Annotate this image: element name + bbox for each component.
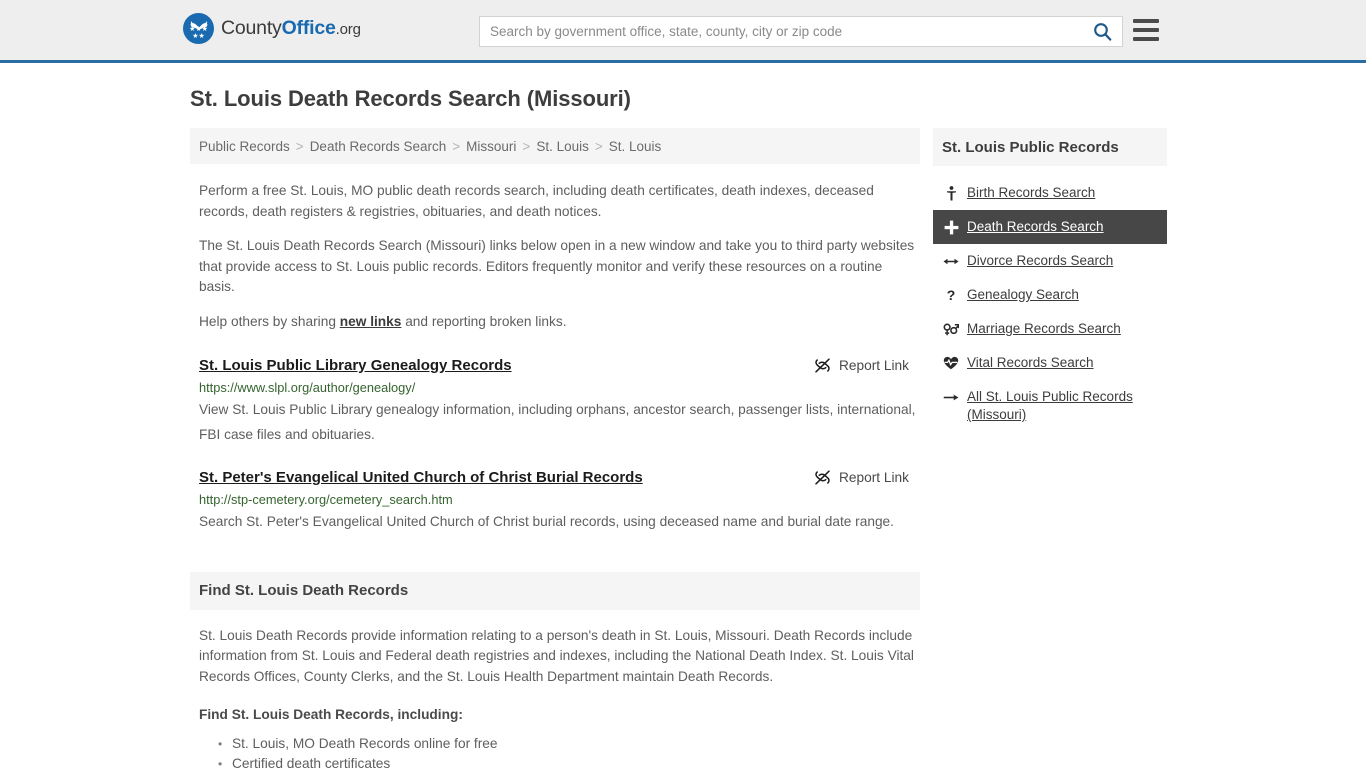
intro-paragraph-1: Perform a free St. Louis, MO public deat… xyxy=(199,183,874,219)
report-link-button[interactable]: Report Link xyxy=(814,469,909,486)
result-url[interactable]: http://stp-cemetery.org/cemetery_search.… xyxy=(199,491,920,509)
breadcrumb-separator: > xyxy=(295,138,304,154)
sidebar-header: St. Louis Public Records xyxy=(933,128,1167,166)
sidebar-item-death-records[interactable]: Death Records Search xyxy=(933,210,1167,244)
breadcrumb-item-3[interactable]: St. Louis xyxy=(536,139,589,154)
left-right-arrows-icon-glyph xyxy=(943,258,959,264)
venus-mars-icon-glyph xyxy=(943,323,959,335)
intro-paragraph-3: Help others by sharing new links and rep… xyxy=(199,312,920,333)
report-link-button[interactable]: Report Link xyxy=(814,357,909,374)
find-records-bullet-list: St. Louis, MO Death Records online for f… xyxy=(199,734,920,768)
sidebar-item-label: Marriage Records Search xyxy=(967,321,1121,336)
question-mark-icon: ? xyxy=(946,287,956,303)
intro-text: Perform a free St. Louis, MO public deat… xyxy=(190,181,920,332)
brand-wordmark: CountyOffice.org xyxy=(221,17,361,40)
heartbeat-icon-glyph xyxy=(943,356,959,370)
sidebar-item-label: Birth Records Search xyxy=(967,185,1096,200)
list-item: St. Louis, MO Death Records online for f… xyxy=(218,734,920,755)
result-header: St. Louis Public Library Genealogy Recor… xyxy=(199,356,920,376)
breadcrumb-separator: > xyxy=(452,138,461,154)
page-title: St. Louis Death Records Search (Missouri… xyxy=(190,86,631,111)
sidebar-item-label: Vital Records Search xyxy=(967,355,1094,370)
report-link-label: Report Link xyxy=(839,358,909,373)
site-header: ★★★ ★★ CountyOffice.org xyxy=(0,0,1366,63)
result-title-link[interactable]: St. Peter's Evangelical United Church of… xyxy=(199,468,643,488)
hamburger-menu-button[interactable] xyxy=(1133,19,1159,41)
arrow-right-icon-glyph xyxy=(943,394,959,400)
content-columns: Public Records > Death Records Search > … xyxy=(183,128,1183,768)
hamburger-bar-3 xyxy=(1133,37,1159,41)
brand-part-org: .org xyxy=(335,21,361,38)
stars-icon: ★★★ ★★ xyxy=(189,26,208,40)
sidebar-item-label: Divorce Records Search xyxy=(967,253,1114,268)
result-title-link[interactable]: St. Louis Public Library Genealogy Recor… xyxy=(199,356,512,376)
intro-p3-after: and reporting broken links. xyxy=(401,313,567,329)
breadcrumb-item-1[interactable]: Death Records Search xyxy=(310,139,447,154)
sidebar-item-vital-records[interactable]: Vital Records Search xyxy=(933,346,1167,380)
child-icon xyxy=(943,184,959,202)
report-link-label: Report Link xyxy=(839,470,909,485)
search-icon xyxy=(1093,23,1111,41)
main-column: Public Records > Death Records Search > … xyxy=(190,128,920,768)
brand-part-office: Office xyxy=(281,17,336,39)
site-logo-link[interactable]: ★★★ ★★ CountyOffice.org xyxy=(183,13,361,44)
hamburger-bar-2 xyxy=(1133,28,1159,32)
venus-mars-icon xyxy=(943,320,959,338)
sidebar-item-label: All St. Louis Public Records (Missouri) xyxy=(967,389,1133,422)
results-list: St. Louis Public Library Genealogy Recor… xyxy=(190,356,920,535)
breadcrumb-item-0[interactable]: Public Records xyxy=(199,139,290,154)
breadcrumb-separator: > xyxy=(522,138,531,154)
sidebar-item-genealogy[interactable]: ? Genealogy Search xyxy=(933,278,1167,312)
sidebar-item-birth-records[interactable]: Birth Records Search xyxy=(933,176,1167,210)
breadcrumb-item-2[interactable]: Missouri xyxy=(466,139,516,154)
countyoffice-logo-icon: ★★★ ★★ xyxy=(183,13,214,44)
find-records-subheading: Find St. Louis Death Records, including: xyxy=(199,707,463,722)
child-icon-glyph xyxy=(946,185,956,200)
result-url[interactable]: https://www.slpl.org/author/genealogy/ xyxy=(199,379,920,397)
brand-part-county: County xyxy=(221,17,282,39)
intro-paragraph-2: The St. Louis Death Records Search (Miss… xyxy=(199,238,915,294)
breadcrumb-separator: > xyxy=(594,138,603,154)
heartbeat-icon xyxy=(943,354,959,372)
find-records-heading: Find St. Louis Death Records xyxy=(199,582,409,599)
arrow-right-icon xyxy=(943,388,959,406)
sidebar-heading: St. Louis Public Records xyxy=(942,138,1119,156)
sidebar-item-label: Genealogy Search xyxy=(967,287,1079,302)
hamburger-bar-1 xyxy=(1133,19,1159,23)
breadcrumb: Public Records > Death Records Search > … xyxy=(190,128,920,164)
intro-p3-before: Help others by sharing xyxy=(199,313,340,329)
find-records-paragraph: St. Louis Death Records provide informat… xyxy=(199,627,914,684)
broken-link-icon xyxy=(815,358,830,373)
header-inner: ★★★ ★★ CountyOffice.org xyxy=(183,0,1183,60)
search-button[interactable] xyxy=(1082,17,1122,46)
result-description: Search St. Peter's Evangelical United Ch… xyxy=(199,514,894,529)
result-item: St. Peter's Evangelical United Church of… xyxy=(199,468,920,535)
result-header: St. Peter's Evangelical United Church of… xyxy=(199,468,920,488)
sidebar-item-all-public-records[interactable]: All St. Louis Public Records (Missouri) xyxy=(933,380,1167,432)
new-links-link[interactable]: new links xyxy=(340,314,402,329)
sidebar-item-label: Death Records Search xyxy=(967,219,1104,234)
list-item: Certified death certificates xyxy=(218,754,920,768)
sidebar-list: Birth Records Search Death Records Searc… xyxy=(933,176,1167,432)
plus-cross-icon-glyph xyxy=(944,220,958,234)
find-records-header: Find St. Louis Death Records xyxy=(190,571,920,610)
sidebar-item-divorce-records[interactable]: Divorce Records Search xyxy=(933,244,1167,278)
find-records-section: Find St. Louis Death Records St. Louis D… xyxy=(190,571,920,768)
page-container: St. Louis Death Records Search (Missouri… xyxy=(183,63,1183,768)
result-item: St. Louis Public Library Genealogy Recor… xyxy=(199,356,920,447)
find-records-body: St. Louis Death Records provide informat… xyxy=(190,626,920,768)
result-description: View St. Louis Public Library genealogy … xyxy=(199,402,916,442)
sidebar: St. Louis Public Records Birth Records S… xyxy=(933,128,1167,432)
left-right-arrows-icon xyxy=(943,252,959,270)
search-input[interactable] xyxy=(480,17,1082,46)
plus-cross-icon xyxy=(943,218,959,236)
broken-link-icon xyxy=(815,470,830,485)
breadcrumb-item-4: St. Louis xyxy=(608,138,662,154)
search-bar[interactable] xyxy=(479,16,1123,47)
sidebar-item-marriage-records[interactable]: Marriage Records Search xyxy=(933,312,1167,346)
